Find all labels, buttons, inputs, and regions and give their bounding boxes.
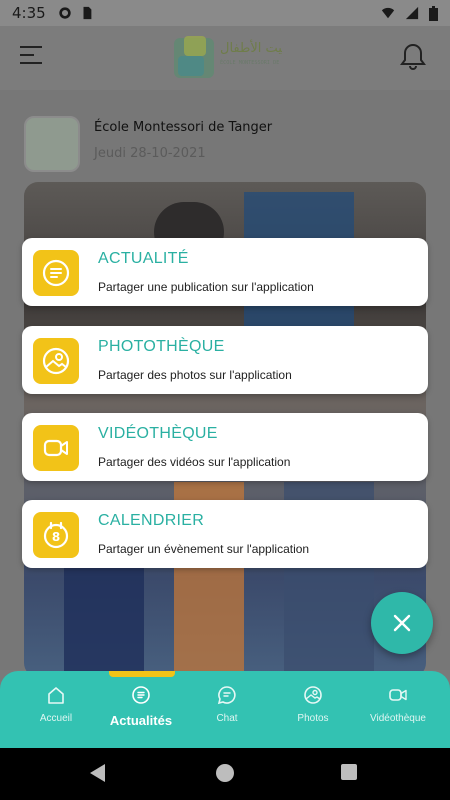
bottom-navigation: Accueil Actualités Chat Photos Vidéothèq… xyxy=(0,671,450,748)
chat-icon xyxy=(217,686,236,705)
video-icon xyxy=(389,689,407,701)
menu-icon-line xyxy=(20,54,34,56)
active-tab-indicator xyxy=(109,671,175,677)
action-card-videotheque[interactable]: VIDÉOTHÈQUE Partager des vidéos sur l'ap… xyxy=(22,413,428,481)
nav-item-photos[interactable]: Photos xyxy=(273,685,353,724)
calendar-icon: 8 xyxy=(33,512,79,558)
action-card-phototheque[interactable]: PHOTOTHÈQUE Partager des photos sur l'ap… xyxy=(22,326,428,394)
nav-label: Vidéothèque xyxy=(370,713,426,724)
post-date: Jeudi 28-10-2021 xyxy=(94,146,206,161)
action-description: Partager un évènement sur l'application xyxy=(98,542,310,556)
nav-item-accueil[interactable]: Accueil xyxy=(16,685,96,724)
nav-item-actualites[interactable]: Actualités xyxy=(101,685,181,728)
post-header: École Montessori de Tanger Jeudi 28-10-2… xyxy=(24,116,426,172)
action-card-calendrier[interactable]: 8 CALENDRIER Partager un évènement sur l… xyxy=(22,500,428,568)
news-icon xyxy=(33,250,79,296)
system-navigation-bar xyxy=(0,748,450,800)
close-icon xyxy=(393,614,411,632)
video-icon xyxy=(33,425,79,471)
action-description: Partager des photos sur l'application xyxy=(98,368,292,382)
action-description: Partager une publication sur l'applicati… xyxy=(98,280,314,294)
home-icon xyxy=(48,687,64,704)
action-title: CALENDRIER xyxy=(98,512,205,529)
school-avatar xyxy=(24,116,80,172)
action-card-actualite[interactable]: ACTUALITÉ Partager une publication sur l… xyxy=(22,238,428,306)
menu-icon-line xyxy=(20,62,42,64)
menu-button[interactable] xyxy=(20,46,42,66)
action-title: ACTUALITÉ xyxy=(98,250,189,267)
battery-icon xyxy=(429,5,438,21)
nav-item-videotheque[interactable]: Vidéothèque xyxy=(358,685,438,724)
home-circle-icon[interactable] xyxy=(216,764,234,782)
sim-card-icon xyxy=(83,6,92,20)
nav-item-chat[interactable]: Chat xyxy=(187,685,267,724)
notification-bell-icon[interactable] xyxy=(400,42,426,70)
status-time: 4:35 xyxy=(12,4,46,22)
post-school-name: École Montessori de Tanger xyxy=(94,120,273,135)
logo-arabic-text: بيت الأطفال xyxy=(220,39,282,56)
signal-icon xyxy=(405,6,419,20)
news-icon xyxy=(132,686,150,704)
image-icon xyxy=(304,686,322,704)
status-bar: 4:35 xyxy=(0,0,450,26)
recent-apps-icon[interactable] xyxy=(341,764,357,780)
action-description: Partager des vidéos sur l'application xyxy=(98,455,291,469)
school-logo: بيت الأطفال ÉCOLE MONTESSORI DE TANGER xyxy=(174,36,282,78)
nav-label: Actualités xyxy=(109,713,173,728)
nav-label: Photos xyxy=(297,713,329,724)
settings-status-icon xyxy=(59,7,71,19)
back-icon[interactable] xyxy=(90,764,105,782)
nav-label: Accueil xyxy=(39,713,73,724)
app-header: بيت الأطفال ÉCOLE MONTESSORI DE TANGER xyxy=(0,26,450,90)
action-title: VIDÉOTHÈQUE xyxy=(98,425,218,442)
close-fab-button[interactable] xyxy=(371,592,433,654)
nav-label: Chat xyxy=(216,713,238,724)
wifi-icon xyxy=(381,7,395,19)
logo-latin-text: ÉCOLE MONTESSORI DE TANGER xyxy=(220,58,282,66)
calendar-badge: 8 xyxy=(52,530,60,544)
menu-icon-line xyxy=(20,46,42,48)
action-title: PHOTOTHÈQUE xyxy=(98,338,225,355)
image-icon xyxy=(33,338,79,384)
